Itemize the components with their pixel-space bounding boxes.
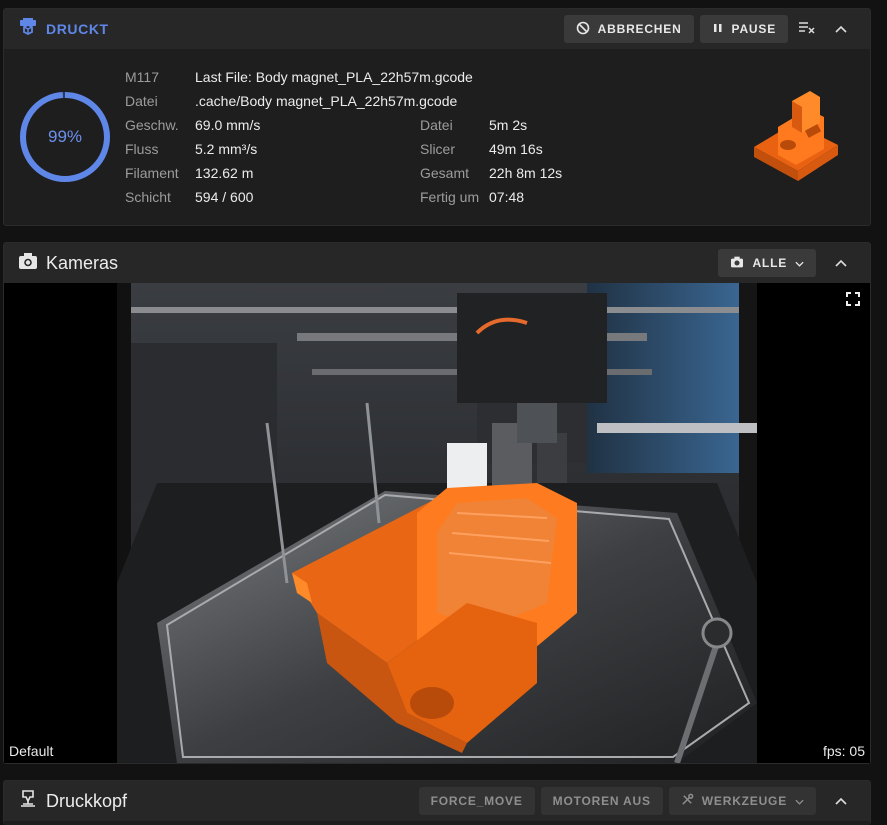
info-label: M117	[125, 69, 159, 85]
info-value: 132.62 m	[195, 165, 254, 181]
info-value: 594 / 600	[195, 189, 254, 205]
chevron-down-icon	[795, 794, 804, 808]
pause-button[interactable]: PAUSE	[699, 15, 788, 43]
info-label: Geschw.	[125, 117, 179, 133]
progress-percent: 99%	[47, 127, 83, 146]
print-card-title: DRUCKT	[18, 17, 109, 42]
info-label: Fluss	[125, 141, 159, 157]
toolhead-icon	[18, 789, 38, 814]
tools-icon	[681, 793, 694, 809]
info-value: 5.2 mm³/s	[195, 141, 258, 157]
info-row-speed: Geschw. 69.0 mm/s	[125, 117, 260, 133]
pause-icon	[712, 22, 724, 37]
info-row-m117: M117 Last File: Body magnet_PLA_22h57m.g…	[125, 69, 473, 85]
camera-name-label: Default	[9, 743, 54, 759]
info-value: 69.0 mm/s	[195, 117, 261, 133]
printer-icon	[18, 17, 38, 42]
cameras-card: Kameras ALLE Default fps: 05	[3, 242, 871, 764]
info-label: Datei	[125, 93, 158, 109]
info-label: Schicht	[125, 189, 171, 205]
cancel-button-label: ABBRECHEN	[597, 22, 682, 36]
info-row-layer: Schicht 594 / 600	[125, 189, 253, 205]
info-row-total: Gesamt 22h 8m 12s	[420, 165, 562, 181]
camera-stream	[117, 283, 757, 763]
info-row-filament: Filament 132.62 m	[125, 165, 253, 181]
print-card-title-text: DRUCKT	[46, 21, 109, 37]
progress-ring: 99%	[18, 90, 112, 184]
info-row-file: Datei .cache/Body magnet_PLA_22h57m.gcod…	[125, 93, 457, 109]
pause-button-label: PAUSE	[731, 22, 776, 36]
camera-icon	[730, 256, 744, 271]
force-move-label: FORCE_MOVE	[430, 794, 523, 808]
print-thumbnail	[748, 87, 842, 185]
print-card-header: DRUCKT ABBRECHEN PAUSE	[4, 9, 870, 49]
info-label: Gesamt	[420, 165, 470, 181]
camera-icon	[18, 252, 38, 275]
toolhead-card-header: Druckkopf FORCE_MOVE MOTOREN AUS WERKZEU…	[4, 781, 870, 821]
info-label: Datei	[420, 117, 453, 133]
toolhead-card-title: Druckkopf	[18, 789, 127, 814]
info-label: Filament	[125, 165, 179, 181]
camera-select-label: ALLE	[752, 256, 787, 270]
info-row-file-eta: Datei 5m 2s	[420, 117, 527, 133]
cameras-card-header: Kameras ALLE	[4, 243, 870, 283]
toolhead-card: Druckkopf FORCE_MOVE MOTOREN AUS WERKZEU…	[3, 780, 871, 825]
fullscreen-icon	[845, 292, 861, 311]
print-status-card: DRUCKT ABBRECHEN PAUSE 99% M117 Last Fil…	[3, 8, 871, 226]
chevron-down-icon	[795, 256, 804, 270]
chevron-up-icon	[835, 254, 847, 272]
info-row-flow: Fluss 5.2 mm³/s	[125, 141, 257, 157]
force-move-button[interactable]: FORCE_MOVE	[418, 787, 535, 815]
info-value: Last File: Body magnet_PLA_22h57m.gcode	[195, 69, 473, 85]
chevron-up-icon	[835, 20, 847, 38]
cameras-card-title-text: Kameras	[46, 252, 119, 273]
info-label: Slicer	[420, 141, 456, 157]
cameras-card-title: Kameras	[18, 252, 118, 275]
info-row-finish: Fertig um 07:48	[420, 189, 524, 205]
camera-fps-label: fps: 05	[822, 743, 865, 759]
cancel-icon	[576, 21, 590, 38]
tools-menu-button[interactable]: WERKZEUGE	[668, 787, 816, 815]
info-row-slicer-eta: Slicer 49m 16s	[420, 141, 543, 157]
chevron-up-icon	[835, 792, 847, 810]
collapse-toolhead-button[interactable]	[826, 787, 856, 815]
playlist-remove-icon	[798, 20, 816, 39]
tools-menu-label: WERKZEUGE	[701, 794, 787, 808]
info-value: 5m 2s	[489, 117, 528, 133]
print-info: 99% M117 Last File: Body magnet_PLA_22h5…	[4, 49, 870, 209]
fullscreen-button[interactable]	[845, 291, 861, 307]
camera-view: Default fps: 05	[4, 283, 870, 763]
camera-select-button[interactable]: ALLE	[718, 249, 816, 277]
motors-off-label: MOTOREN AUS	[552, 794, 651, 808]
info-value: .cache/Body magnet_PLA_22h57m.gcode	[195, 93, 458, 109]
collapse-cameras-button[interactable]	[826, 249, 856, 277]
info-value: 07:48	[489, 189, 525, 205]
info-value: 49m 16s	[489, 141, 543, 157]
collapse-print-button[interactable]	[826, 15, 856, 43]
info-value: 22h 8m 12s	[489, 165, 563, 181]
toolhead-card-title-text: Druckkopf	[46, 790, 128, 811]
motors-off-button[interactable]: MOTOREN AUS	[540, 787, 663, 815]
cancel-button[interactable]: ABBRECHEN	[563, 15, 694, 43]
clear-queue-button[interactable]	[792, 15, 822, 43]
info-label: Fertig um	[420, 189, 480, 205]
